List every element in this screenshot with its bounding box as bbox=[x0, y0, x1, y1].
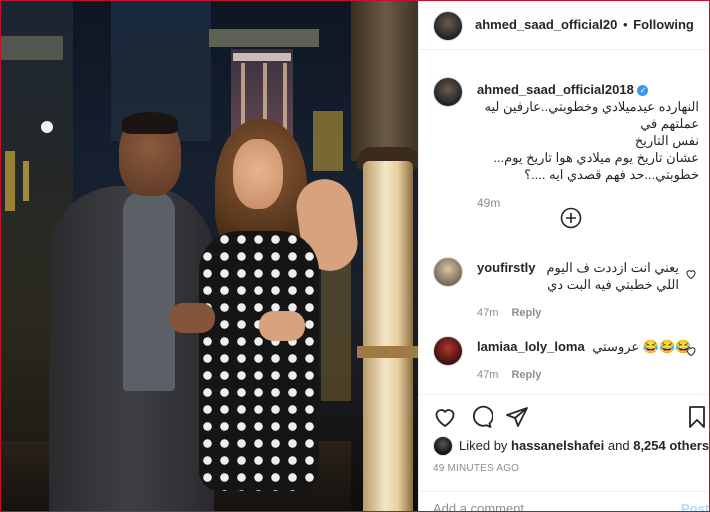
comment-avatar[interactable] bbox=[433, 336, 463, 366]
comment-text-line-2: اللي خطبتي فيه البت دي bbox=[547, 277, 679, 292]
comment-icon[interactable] bbox=[469, 405, 494, 429]
caption-time: 49m bbox=[477, 196, 501, 210]
caption-avatar[interactable] bbox=[433, 77, 463, 107]
comment-time: 47m bbox=[477, 307, 499, 319]
author-username[interactable]: ahmed_saad_official20 bbox=[475, 17, 617, 32]
liker-avatar[interactable] bbox=[433, 436, 453, 456]
liked-by-label: Liked by bbox=[459, 438, 508, 453]
following-button[interactable]: Following bbox=[633, 17, 694, 32]
reply-button[interactable]: Reply bbox=[511, 307, 541, 319]
likes-count[interactable]: 8,254 others bbox=[633, 438, 709, 453]
likes-row: Liked by hassanelshafei and 8,254 others bbox=[433, 435, 709, 456]
header-separator: • bbox=[622, 17, 628, 32]
add-circle-icon[interactable] bbox=[560, 207, 582, 229]
heart-icon[interactable] bbox=[433, 405, 457, 429]
screenshot-frame: ahmed_saad_official20 • Following ahmed_… bbox=[0, 0, 710, 512]
comment-username[interactable]: lamiaa_loly_loma bbox=[477, 339, 585, 354]
share-icon[interactable] bbox=[505, 405, 529, 429]
caption-line-1: النهارده عيد bbox=[636, 99, 699, 114]
comment-divider bbox=[419, 491, 709, 492]
caption-line-4: عشان تاريخ يوم ميلادي هوا تاريخ يوم... bbox=[493, 150, 699, 165]
post-comment-button[interactable]: Post bbox=[681, 501, 709, 511]
add-comment-input[interactable]: Add a comment… bbox=[433, 501, 537, 511]
heart-icon[interactable] bbox=[685, 344, 697, 357]
comment-item: lamiaa_loly_loma عروستي 😂😂😂 47m Reply bbox=[419, 333, 709, 383]
post-sidebar: ahmed_saad_official20 • Following ahmed_… bbox=[418, 1, 709, 511]
comment-username[interactable]: youfirstly bbox=[477, 260, 536, 275]
verified-icon: ✓ bbox=[637, 85, 649, 97]
heart-icon[interactable] bbox=[685, 267, 697, 280]
comment-text-line-1: عروستي 😂😂😂 bbox=[592, 339, 692, 354]
post-header: ahmed_saad_official20 • Following bbox=[419, 1, 709, 50]
reply-button[interactable]: Reply bbox=[511, 369, 541, 381]
comment-item: youfirstly يعني انت ازددت ف اليوم اللي خ… bbox=[419, 253, 709, 323]
bookmark-icon[interactable] bbox=[685, 405, 709, 429]
actions-divider bbox=[419, 394, 709, 395]
comment-time: 47m bbox=[477, 369, 499, 381]
caption-line-3: نفس التاريخ bbox=[634, 133, 699, 148]
comment-avatar[interactable] bbox=[433, 257, 463, 287]
post-timestamp: 49 MINUTES AGO bbox=[433, 463, 520, 474]
comment-text-line-1: يعني انت ازددت ف اليوم bbox=[546, 260, 679, 275]
post-photo[interactable] bbox=[1, 1, 418, 511]
author-avatar[interactable] bbox=[433, 11, 463, 41]
caption-line-5: خطوبتي...حد فهم قصدي ايه ....؟ bbox=[524, 167, 699, 182]
liker-username[interactable]: hassanelshafei bbox=[511, 438, 604, 453]
caption-author[interactable]: ahmed_saad_official2018 bbox=[477, 82, 634, 97]
likes-and: and bbox=[607, 438, 630, 453]
